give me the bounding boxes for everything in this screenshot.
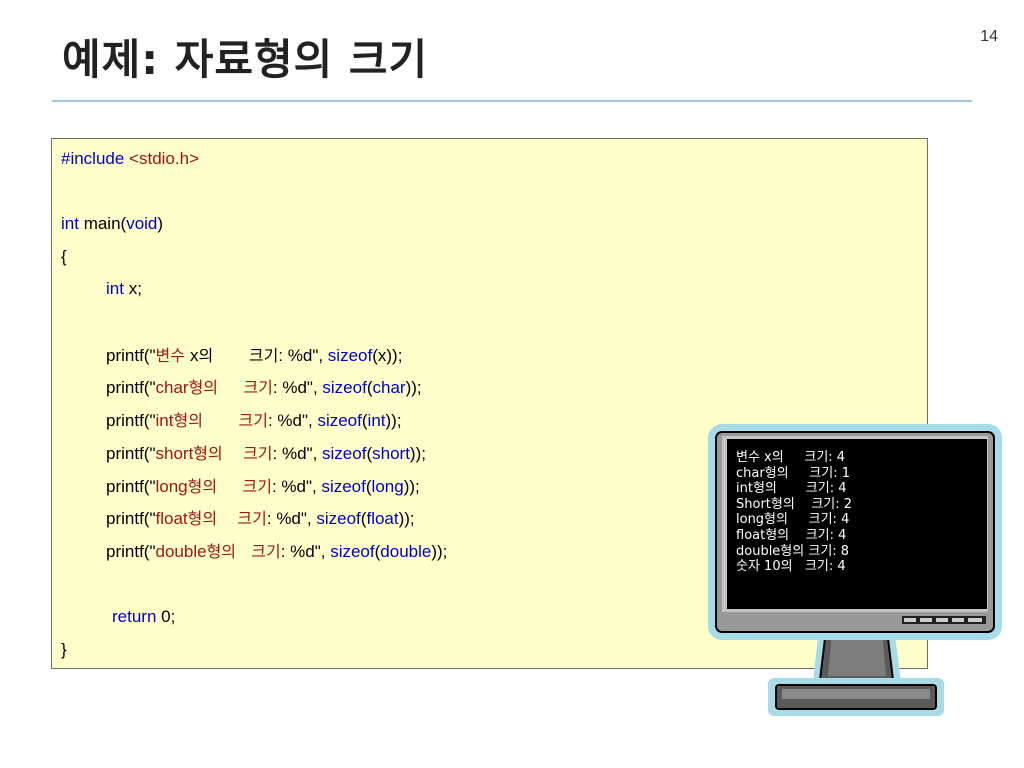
format-string: double xyxy=(155,542,207,561)
type-keyword: long xyxy=(371,477,404,496)
code-line-printf-int: printf("int형의 크기: %d", sizeof(int)); xyxy=(106,406,402,436)
code-line-printf-float: printf("float형의 크기: %d", sizeof(float)); xyxy=(106,504,415,534)
printf-call: printf(" xyxy=(106,378,156,397)
code-line-printf-double: printf("double형의 크기: %d", sizeof(double)… xyxy=(106,537,447,567)
console-line: Short형의 크기: 2 xyxy=(736,496,853,512)
printf-call: printf(" xyxy=(106,444,156,463)
format-string: 형의 크기 xyxy=(187,477,272,496)
console-line: int형의 크기: 4 xyxy=(736,481,847,497)
format-string: float xyxy=(155,509,188,528)
console-line: long형의 크기: 4 xyxy=(736,512,850,528)
monitor-illustration: 변수 x의 크기: 4 char형의 크기: 1 int형의 크기: 4 Short형… xyxy=(706,420,1006,725)
type-keyword: char xyxy=(372,378,406,397)
void-keyword: void xyxy=(126,214,158,233)
paren: )); xyxy=(409,444,426,463)
format-spec: : %d", xyxy=(272,378,323,397)
printf-call: printf(" xyxy=(106,346,156,365)
printf-call: printf(" xyxy=(106,411,156,430)
sizeof-arg: (x)); xyxy=(372,346,403,365)
format-string: short xyxy=(155,444,194,463)
sizeof-keyword: sizeof xyxy=(330,542,375,561)
console-line: char형의 크기: 1 xyxy=(736,465,850,481)
code-line-main: int main(void) xyxy=(61,209,163,239)
format-string: x xyxy=(190,346,199,365)
return-value: 0; xyxy=(156,607,176,626)
console-line: 숫자 10의 크기: 4 xyxy=(736,559,846,575)
code-line-printf-short: printf("short형의 크기: %d", sizeof(short)); xyxy=(106,439,426,469)
format-spec: : %d", xyxy=(280,542,331,561)
console-line: 변수 x의 크기: 4 xyxy=(736,450,846,465)
paren: )); xyxy=(431,542,448,561)
code-line-printf-x: printf("변수 x의 크기: %d", sizeof(x)); xyxy=(106,341,402,371)
title-divider xyxy=(52,100,972,102)
printf-call: printf(" xyxy=(106,542,156,561)
sizeof-keyword: sizeof xyxy=(322,444,367,463)
format-spec: : %d", xyxy=(271,477,322,496)
paren: )); xyxy=(398,509,415,528)
format-string: 의 크기 xyxy=(198,346,279,365)
include-header: <stdio.h> xyxy=(124,149,199,168)
return-keyword: return xyxy=(112,607,157,626)
slide-title: 예제: 자료형의 크기 xyxy=(62,35,429,84)
format-string: int xyxy=(155,411,174,430)
sizeof-keyword: sizeof xyxy=(322,378,367,397)
type-keyword: int xyxy=(367,411,386,430)
format-string: 형의 크기 xyxy=(193,444,273,463)
type-keyword: short xyxy=(372,444,410,463)
main-close-paren: ) xyxy=(157,214,164,233)
code-line-include: #include <stdio.h> xyxy=(61,144,199,174)
printf-call: printf(" xyxy=(106,477,156,496)
sizeof-keyword: sizeof xyxy=(327,346,373,365)
type-keyword: float xyxy=(366,509,399,528)
sizeof-keyword: sizeof xyxy=(317,411,362,430)
printf-call: printf(" xyxy=(106,509,156,528)
type-keyword: double xyxy=(380,542,432,561)
format-string: long xyxy=(155,477,188,496)
page-number: 14 xyxy=(980,28,998,45)
format-spec: : %d", xyxy=(278,346,328,365)
console-line: double형의 크기: 8 xyxy=(736,543,850,559)
console-output: 변수 x의 크기: 4 char형의 크기: 1 int형의 크기: 4 Short형… xyxy=(736,450,852,575)
code-line-declare-x: int x; xyxy=(106,274,142,304)
code-line-open-brace: { xyxy=(61,247,67,266)
paren: )); xyxy=(385,411,402,430)
main-signature: main( xyxy=(78,214,127,233)
format-spec: : %d", xyxy=(267,411,318,430)
sizeof-keyword: sizeof xyxy=(316,509,361,528)
declare-x-rest: x; xyxy=(123,279,142,298)
format-string: 형의 크기 xyxy=(173,411,268,430)
code-line-printf-long: printf("long형의 크기: %d", sizeof(long)); xyxy=(106,472,420,502)
code-line-close-brace: } xyxy=(61,640,67,659)
format-spec: : %d", xyxy=(272,444,323,463)
int-keyword: int xyxy=(106,279,124,298)
paren: )); xyxy=(403,477,420,496)
format-string: 형의 크기 xyxy=(188,378,273,397)
format-string: 변수 xyxy=(155,346,191,365)
paren: )); xyxy=(405,378,422,397)
include-directive: #include xyxy=(61,149,125,168)
int-keyword: int xyxy=(61,214,79,233)
format-string: 형의 크기 xyxy=(206,542,281,561)
format-string: 형의 크기 xyxy=(187,509,267,528)
console-line: float형의 크기: 4 xyxy=(736,527,847,543)
code-line-return: return 0; xyxy=(112,602,175,632)
code-line-printf-char: printf("char형의 크기: %d", sizeof(char)); xyxy=(106,373,422,403)
format-string: char xyxy=(155,378,189,397)
sizeof-keyword: sizeof xyxy=(321,477,366,496)
format-spec: : %d", xyxy=(266,509,317,528)
